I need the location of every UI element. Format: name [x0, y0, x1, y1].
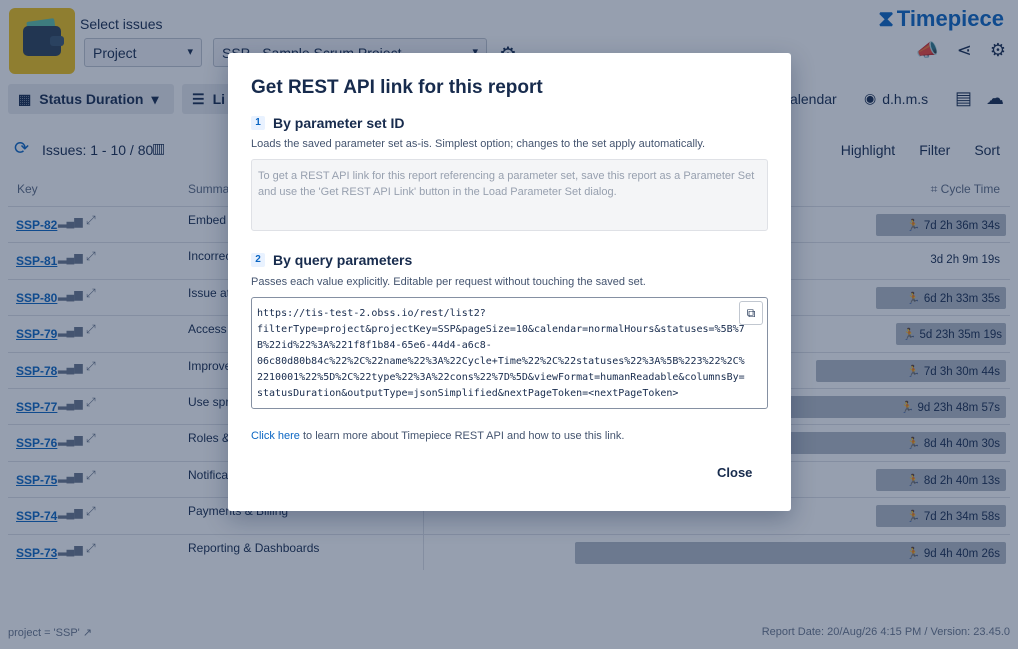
rest-api-dialog: Get REST API link for this report 1 By p…: [228, 53, 791, 511]
help-text: Click here to learn more about Timepiece…: [251, 430, 624, 442]
copy-icon[interactable]: ⧉: [739, 301, 763, 325]
rest-api-url-field[interactable]: https://tis-test-2.obss.io/rest/list2? f…: [251, 297, 768, 409]
section-2-description: Passes each value explicitly. Editable p…: [251, 276, 646, 288]
section-1-number: 1: [251, 116, 265, 130]
section-1-heading: 1 By parameter set ID: [251, 115, 405, 131]
help-link[interactable]: Click here: [251, 430, 300, 442]
section-2-number: 2: [251, 253, 265, 267]
section-1-description: Loads the saved parameter set as-is. Sim…: [251, 138, 706, 150]
section-2-heading: 2 By query parameters: [251, 252, 412, 268]
parameter-set-info: To get a REST API link for this report r…: [251, 159, 768, 231]
help-text-rest: to learn more about Timepiece REST API a…: [299, 430, 625, 442]
section-1-title: By parameter set ID: [273, 115, 405, 131]
dialog-title: Get REST API link for this report: [251, 77, 543, 98]
close-button[interactable]: Close: [717, 465, 752, 480]
section-2-title: By query parameters: [273, 252, 413, 268]
